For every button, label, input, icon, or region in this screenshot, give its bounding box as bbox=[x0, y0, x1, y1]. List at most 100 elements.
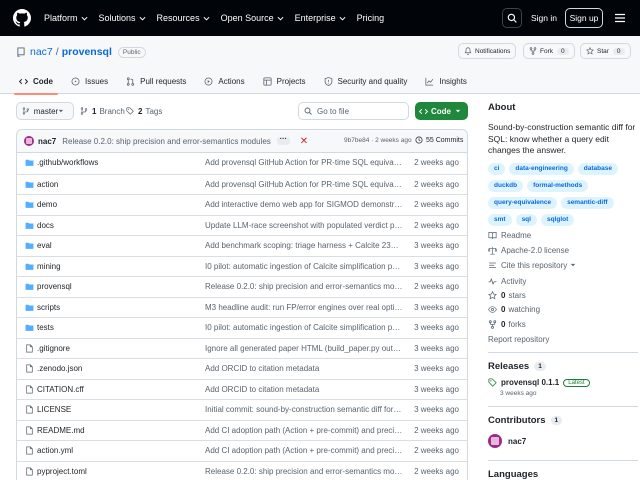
file-commit-message-link[interactable]: I0 pilot: automatic ingestion of Calcite… bbox=[205, 262, 403, 271]
watchers-link[interactable]: 0 watching bbox=[488, 303, 540, 315]
menu-icon[interactable] bbox=[614, 12, 626, 24]
tab-pull-requests[interactable]: Pull requests bbox=[117, 69, 195, 94]
topic-tag[interactable]: data-engineering bbox=[509, 163, 574, 175]
file-name-link[interactable]: README.md bbox=[37, 426, 85, 435]
file-commit-message-link[interactable]: Add ORCID to citation metadata bbox=[205, 385, 403, 394]
file-row[interactable]: action.yml Add CI adoption path (Action +… bbox=[17, 440, 467, 461]
file-row[interactable]: CITATION.cff Add ORCID to citation metada… bbox=[17, 378, 467, 400]
topic-tag[interactable]: formal-methods bbox=[527, 180, 589, 192]
file-row[interactable]: tests I0 pilot: automatic ingestion of Ca… bbox=[17, 317, 467, 338]
contributor-item[interactable]: nac7 bbox=[488, 434, 526, 448]
go-to-file-input[interactable]: Go to file bbox=[298, 102, 409, 120]
avatar[interactable] bbox=[24, 136, 34, 146]
file-row[interactable]: README.md Add CI adoption path (Action + … bbox=[17, 419, 467, 441]
topic-tag[interactable]: query-equivalence bbox=[488, 197, 558, 209]
file-commit-message-link[interactable]: Ignore all generated paper HTML (build_p… bbox=[205, 344, 403, 353]
file-commit-message-link[interactable]: Release 0.2.0: ship precision and error-… bbox=[205, 282, 403, 291]
notifications-button[interactable]: Notifications bbox=[458, 43, 517, 59]
file-commit-message-link[interactable]: M3 headline audit: run FP/error engines … bbox=[205, 303, 403, 312]
tab-code[interactable]: Code bbox=[10, 69, 62, 95]
topic-tag[interactable]: semantic-diff bbox=[561, 197, 614, 209]
license-link[interactable]: Apache-2.0 license bbox=[488, 244, 569, 256]
tab-insights[interactable]: Insights bbox=[416, 69, 476, 94]
file-name-link[interactable]: action.yml bbox=[37, 446, 73, 455]
file-commit-message-link[interactable]: Add CI adoption path (Action + pre-commi… bbox=[205, 426, 403, 435]
file-name-link[interactable]: mining bbox=[37, 262, 61, 271]
file-name-link[interactable]: LICENSE bbox=[37, 405, 71, 414]
topic-tag[interactable]: duckdb bbox=[488, 180, 524, 192]
file-commit-message-link[interactable]: Add provensql GitHub Action for PR-time … bbox=[205, 158, 403, 167]
contributors-heading[interactable]: Contributors 1 bbox=[488, 415, 563, 426]
nav-solutions[interactable]: Solutions bbox=[99, 13, 146, 23]
tab-issues[interactable]: Issues bbox=[62, 69, 117, 94]
file-name-link[interactable]: tests bbox=[37, 323, 54, 332]
nav-enterprise[interactable]: Enterprise bbox=[295, 13, 346, 23]
file-name-link[interactable]: .zenodo.json bbox=[37, 364, 82, 373]
file-commit-message-link[interactable]: Add ORCID to citation metadata bbox=[205, 364, 403, 373]
header-search-button[interactable] bbox=[502, 8, 522, 28]
branches-link[interactable]: 1 Branch bbox=[80, 102, 125, 120]
file-commit-message-link[interactable]: I0 pilot: automatic ingestion of Calcite… bbox=[205, 323, 403, 332]
tab-actions[interactable]: Actions bbox=[195, 69, 253, 94]
sign-up-button[interactable]: Sign up bbox=[565, 8, 603, 28]
activity-link[interactable]: Activity bbox=[488, 275, 526, 287]
topic-tag[interactable]: sql bbox=[515, 214, 537, 226]
file-row[interactable]: provensql Release 0.2.0: ship precision a… bbox=[17, 276, 467, 297]
github-logo-icon[interactable] bbox=[13, 9, 31, 27]
sign-in-link[interactable]: Sign in bbox=[528, 8, 560, 28]
repo-name-link[interactable]: provensql bbox=[62, 46, 112, 58]
file-row[interactable]: demo Add interactive demo web app for SIG… bbox=[17, 194, 467, 215]
nav-resources[interactable]: Resources bbox=[157, 13, 210, 23]
file-commit-message-link[interactable]: Add provensql GitHub Action for PR-time … bbox=[205, 180, 403, 189]
branch-selector[interactable]: master bbox=[16, 102, 74, 120]
file-commit-message-link[interactable]: Release 0.2.0: ship precision and error-… bbox=[205, 467, 403, 476]
file-name-link[interactable]: provensql bbox=[37, 282, 72, 291]
tags-link[interactable]: 2 Tags bbox=[126, 102, 162, 120]
nav-platform[interactable]: Platform bbox=[44, 13, 88, 23]
file-row[interactable]: docs Update LLM-race screenshot with popu… bbox=[17, 214, 467, 236]
release-item[interactable]: provensql 0.1.1 Latest bbox=[488, 378, 590, 387]
file-row[interactable]: .gitignore Ignore all generated paper HTM… bbox=[17, 337, 467, 359]
code-dropdown-button[interactable]: Code bbox=[415, 102, 468, 120]
file-commit-message-link[interactable]: Add interactive demo web app for SIGMOD … bbox=[205, 200, 403, 209]
star-button[interactable]: Star 0 bbox=[580, 43, 631, 59]
file-name-link[interactable]: eval bbox=[37, 241, 52, 250]
fork-button[interactable]: Fork 0 bbox=[523, 43, 575, 59]
forks-link[interactable]: 0 forks bbox=[488, 318, 526, 330]
readme-link[interactable]: Readme bbox=[488, 229, 531, 241]
releases-heading[interactable]: Releases 1 bbox=[488, 361, 546, 372]
file-commit-message-link[interactable]: Update LLM-race screenshot with populate… bbox=[205, 221, 403, 230]
file-name-link[interactable]: .gitignore bbox=[37, 344, 70, 353]
topic-tag[interactable]: database bbox=[577, 163, 618, 175]
file-commit-message-link[interactable]: Initial commit: sound-by-construction se… bbox=[205, 405, 403, 414]
file-name-link[interactable]: CITATION.cff bbox=[37, 385, 84, 394]
file-name-link[interactable]: .github/workflows bbox=[37, 158, 98, 167]
cite-repository-link[interactable]: Cite this repository bbox=[488, 259, 580, 271]
commit-message-link[interactable]: Release 0.2.0: ship precision and error-… bbox=[62, 137, 271, 146]
topic-tag[interactable]: ci bbox=[488, 163, 506, 175]
file-name-link[interactable]: demo bbox=[37, 200, 57, 209]
tab-security[interactable]: Security and quality bbox=[315, 69, 417, 94]
file-name-link[interactable]: scripts bbox=[37, 303, 60, 312]
file-row[interactable]: .github/workflows Add provensql GitHub Ac… bbox=[17, 153, 467, 174]
file-row[interactable]: scripts M3 headline audit: run FP/error e… bbox=[17, 296, 467, 318]
expand-commit-button[interactable]: ··· bbox=[276, 136, 290, 145]
nav-open-source[interactable]: Open Source bbox=[221, 13, 284, 23]
commit-hash[interactable]: 9b7be84 · 2 weeks ago bbox=[344, 137, 412, 144]
commit-author-link[interactable]: nac7 bbox=[38, 137, 56, 146]
commits-link[interactable]: 55 Commits bbox=[415, 136, 463, 144]
tab-projects[interactable]: Projects bbox=[254, 69, 315, 94]
file-row[interactable]: pyproject.toml Release 0.2.0: ship precis… bbox=[17, 460, 467, 480]
stars-link[interactable]: 0 stars bbox=[488, 289, 526, 301]
file-commit-message-link[interactable]: Add benchmark scoping: triage harness + … bbox=[205, 241, 403, 250]
file-name-link[interactable]: docs bbox=[37, 221, 54, 230]
file-name-link[interactable]: pyproject.toml bbox=[37, 467, 87, 476]
file-row[interactable]: .zenodo.json Add ORCID to citation metada… bbox=[17, 358, 467, 379]
topic-tag[interactable]: smt bbox=[488, 214, 512, 226]
topic-tag[interactable]: sqlglot bbox=[540, 214, 575, 226]
file-row[interactable]: LICENSE Initial commit: sound-by-construc… bbox=[17, 399, 467, 420]
file-row[interactable]: action Add provensql GitHub Action for PR… bbox=[17, 173, 467, 195]
file-name-link[interactable]: action bbox=[37, 180, 58, 189]
file-row[interactable]: mining I0 pilot: automatic ingestion of C… bbox=[17, 255, 467, 277]
repo-owner-link[interactable]: nac7 bbox=[30, 46, 53, 58]
